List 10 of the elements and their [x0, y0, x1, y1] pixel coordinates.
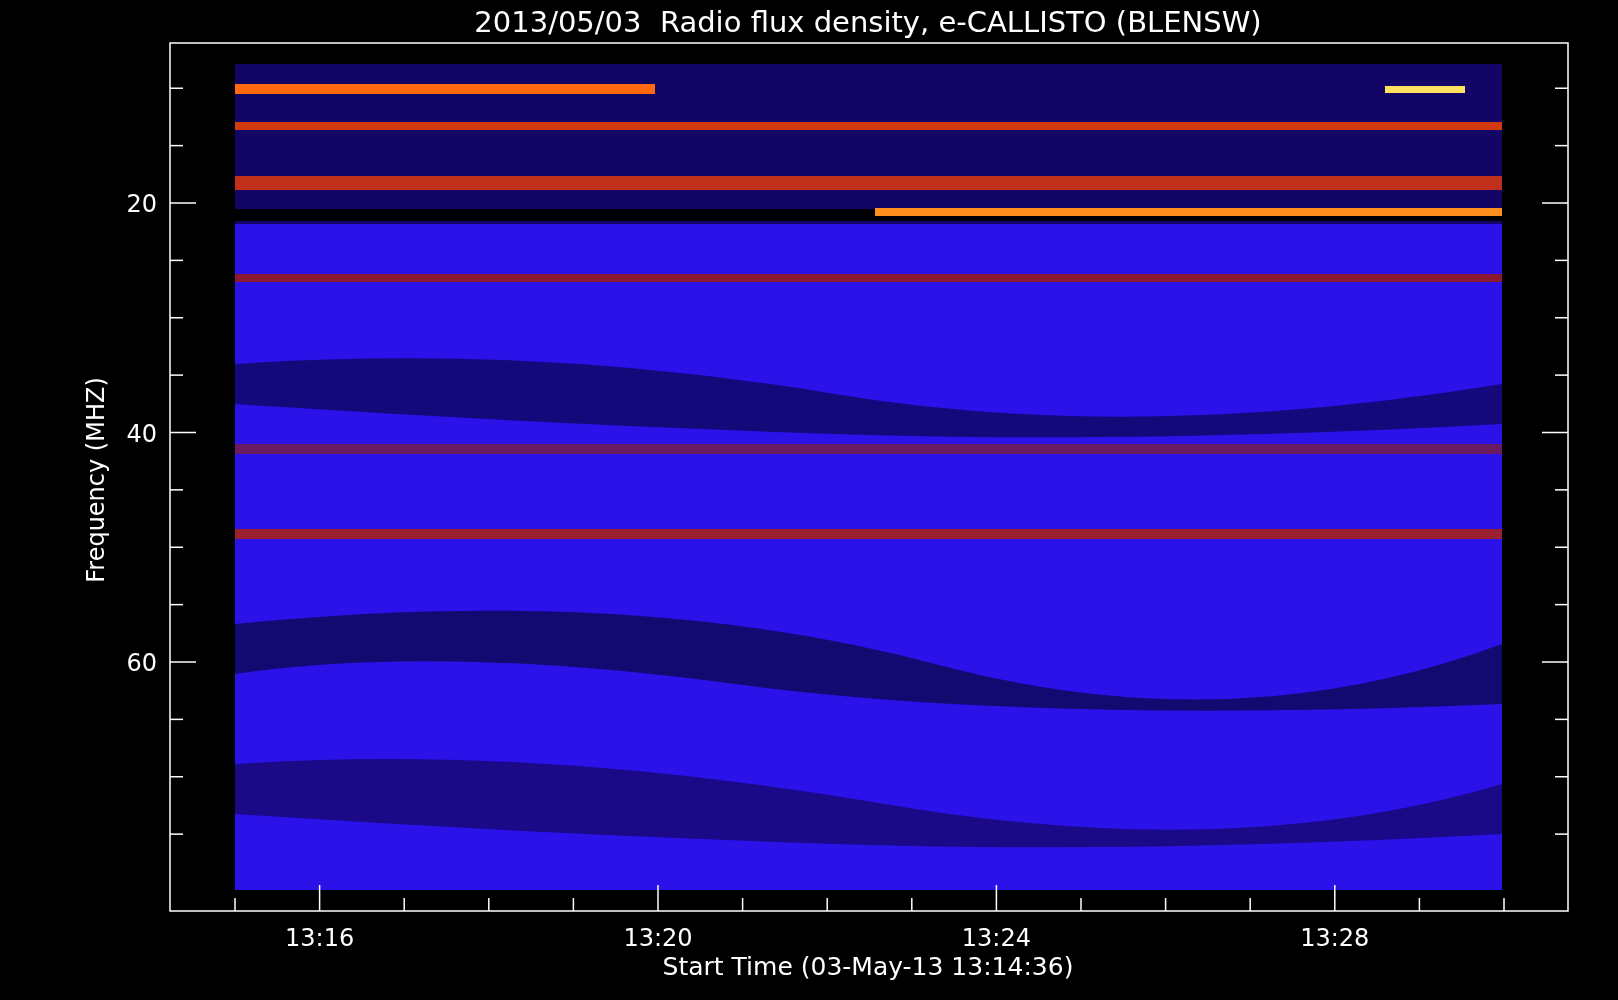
- axis-tick-label: 13:24: [961, 924, 1031, 952]
- axis-tick-label: 13:20: [623, 924, 693, 952]
- axis-title: Start Time (03-May-13 13:14:36): [662, 952, 1074, 981]
- axis-tick-label: 13:16: [285, 924, 355, 952]
- axis-tick-label: 40: [126, 419, 157, 448]
- axis-title: Frequency (MHZ): [82, 377, 110, 583]
- chart-title: 2013/05/03 Radio flux density, e-CALLISTO (BLENSW): [474, 5, 1262, 39]
- axis-tick-label: 60: [126, 649, 157, 677]
- axis-tick-label: 20: [126, 190, 157, 218]
- axis-tick-label: 13:28: [1300, 924, 1370, 952]
